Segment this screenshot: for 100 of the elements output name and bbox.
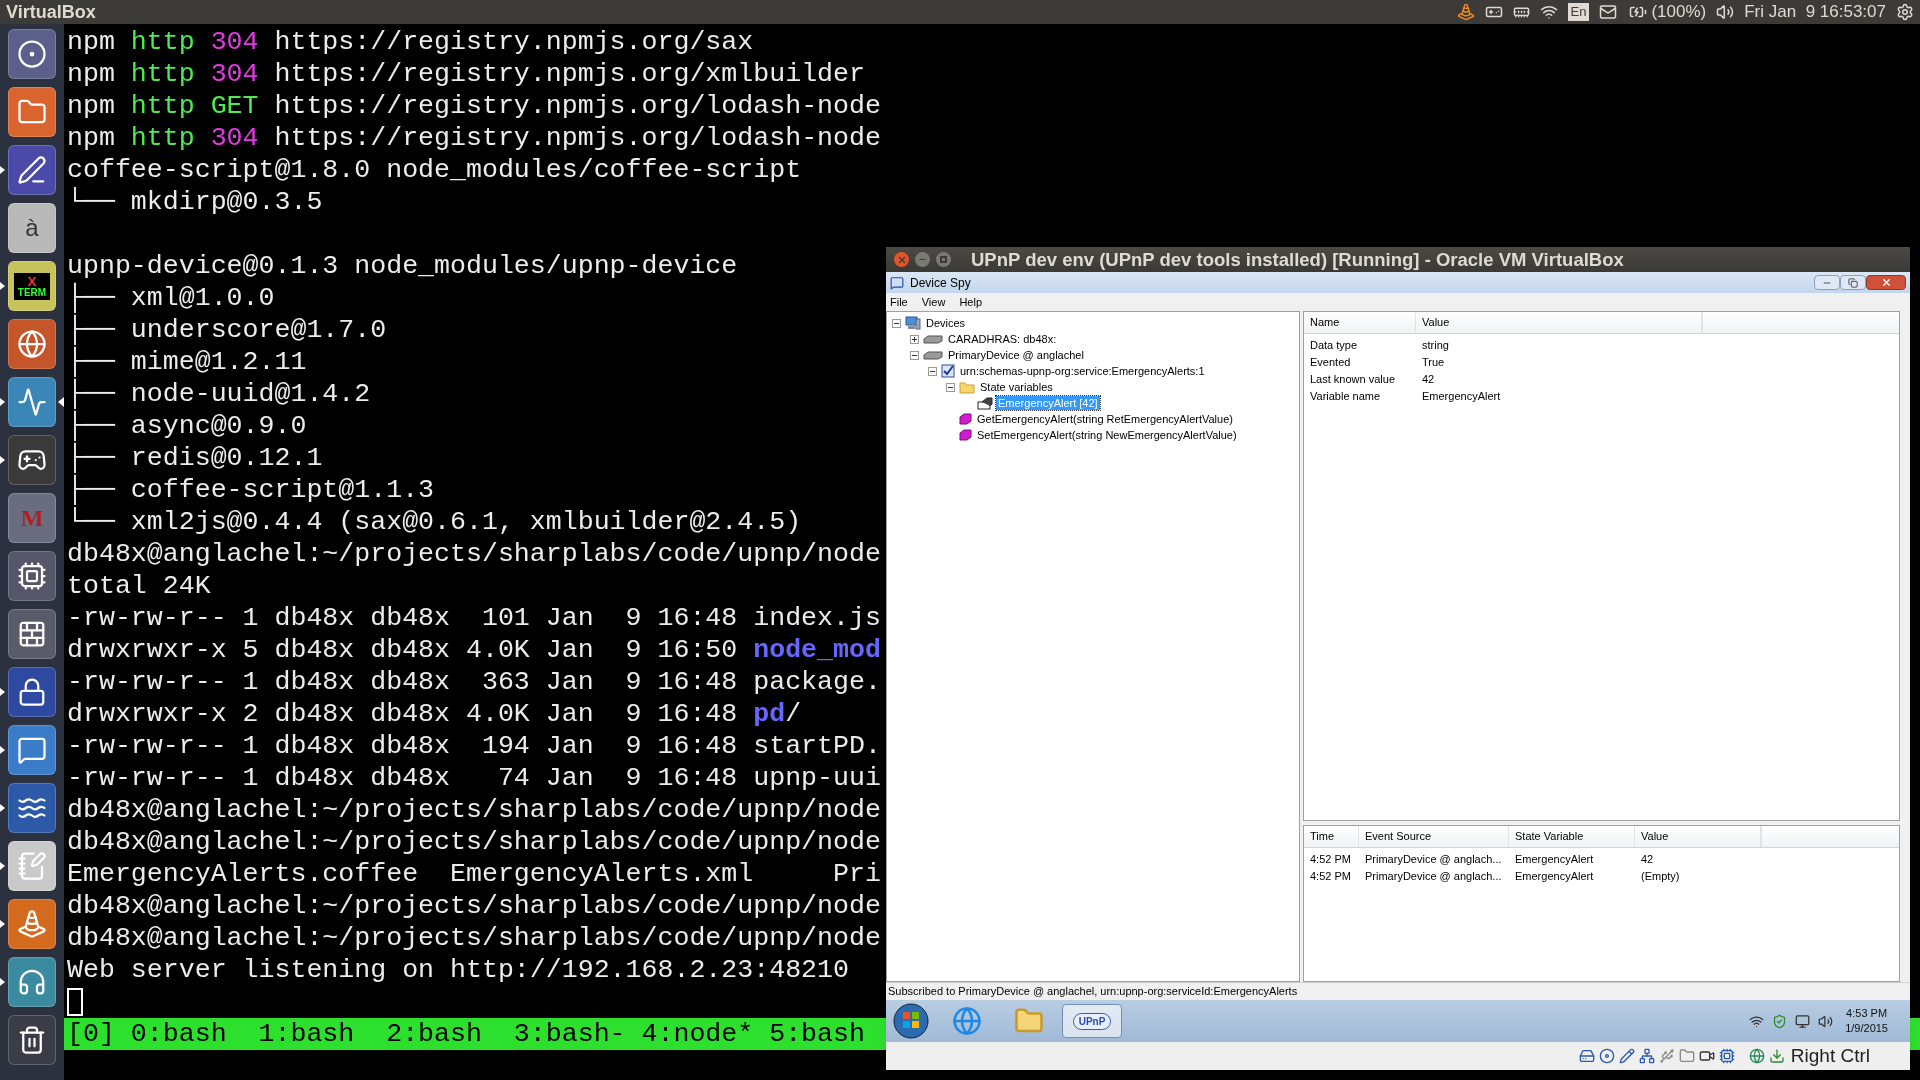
terminal-line: ├── underscore@1.7.0 [67,314,387,346]
column-header[interactable]: Value [1416,312,1702,333]
terminal-line: db48x@anglachel:~/projects/sharplabs/code/upnp/node [67,890,881,922]
close-button[interactable] [894,252,909,267]
keyboard-layout-indicator[interactable]: En [1567,3,1590,21]
battery-level: (100%) [1651,1,1707,24]
terminal-line: -rw-rw-r-- 1 db48x db48x 74 Jan 9 16:48 upnp-uui [67,762,881,794]
settings-icon[interactable] [1896,3,1914,21]
table-cell-text: (Empty) [1640,869,1681,885]
launcher-button[interactable] [8,435,56,485]
menu-item[interactable]: Help [959,293,982,311]
disc-icon[interactable] [1598,1048,1615,1064]
globe-icon [17,329,47,359]
table-cell-text: Variable name [1309,389,1382,405]
usb-icon[interactable] [1658,1048,1675,1064]
launcher-button[interactable] [8,667,56,717]
tree-item[interactable]: GetEmergencyAlert(string RetEmergencyAlertValue) [975,412,1235,426]
pencil-icon[interactable] [1618,1048,1635,1064]
collapse-icon[interactable] [928,366,937,376]
chip-icon[interactable] [1718,1048,1735,1064]
circuit-icon [17,561,47,591]
launcher-button[interactable] [8,783,56,833]
column-header[interactable]: Name [1304,312,1416,333]
table-cell-text: Data type [1309,338,1359,354]
tree-item[interactable]: urn:schemas-upnp-org:service:EmergencyAlerts:1 [958,364,1207,378]
app-title: VirtualBox [6,0,96,24]
launcher-button[interactable]: à [8,203,56,253]
globe-icon [952,1006,982,1036]
terminal-line: ├── redis@0.12.1 [67,442,323,474]
table-cell-text: 42 [1640,852,1655,868]
launcher-button[interactable] [8,1015,56,1065]
variable-icon [977,396,993,410]
column-header[interactable]: Event Source [1359,826,1509,847]
column-header[interactable]: State Variable [1509,826,1635,847]
table-cell-text: Last known value [1309,372,1396,388]
volume-icon[interactable] [1818,1013,1834,1029]
app-title: Device Spy [910,274,971,292]
cone-icon[interactable] [1456,3,1475,21]
terminal-line: drwxrwxr-x 5 db48x db48x 4.0K Jan 9 16:50 node_mod [67,634,881,666]
collapse-icon[interactable] [946,382,955,392]
taskbar-button[interactable]: UPnP [1062,1004,1122,1038]
restore-button[interactable] [1840,275,1866,290]
terminal-line: Web server listening on http://192.168.2.23:48210 [67,954,849,986]
collapse-icon[interactable] [892,318,901,328]
restore-icon [1848,277,1858,288]
tree-item[interactable]: PrimaryDevice @ anglachel [946,348,1086,362]
launcher-button[interactable] [8,551,56,601]
terminal-line: ├── xml@1.0.0 [67,282,275,314]
tree-item[interactable]: State variables [978,380,1055,394]
menu-item[interactable]: File [890,293,908,311]
globe-icon[interactable] [1748,1048,1765,1064]
download-icon[interactable] [1768,1048,1785,1064]
table-cell-text: True [1421,355,1446,371]
wifi-icon[interactable] [1539,3,1558,21]
mail-icon[interactable] [1599,3,1618,21]
device-icon [923,350,943,360]
headset-icon [17,967,47,997]
terminal-line: db48x@anglachel:~/projects/sharplabs/code/upnp/node [67,538,881,570]
table-cell-text: PrimaryDevice @ anglach... [1364,852,1503,868]
tree-item[interactable]: Devices [924,316,968,330]
minimize-button[interactable] [915,252,930,267]
window-title: UPnP dev env (UPnP dev tools installed) [Running] - Oracle VM VirtualBox [971,247,1624,272]
terminal-line: drwxrwxr-x 2 db48x db48x 4.0K Jan 9 16:48 pd/ [67,698,802,730]
clock[interactable]: Fri Jan 9 16:53:07 [1744,0,1886,25]
cube-icon [959,429,972,441]
menu-item[interactable]: View [921,293,946,311]
maximize-button[interactable] [936,252,951,267]
hard-drive-icon[interactable] [1578,1048,1595,1064]
column-header[interactable]: Value [1635,826,1761,847]
close-icon [1880,277,1892,288]
launcher-button[interactable]: X TERM [8,261,56,311]
camera-icon[interactable] [1698,1048,1715,1064]
volume-icon[interactable] [1716,3,1735,21]
table-cell-text: 4:52 PM [1309,852,1352,868]
terminal-line: ├── async@0.9.0 [67,410,307,442]
terminal-line: -rw-rw-r-- 1 db48x db48x 363 Jan 9 16:48 package. [67,666,881,698]
terminal-line: -rw-rw-r-- 1 db48x db48x 101 Jan 9 16:48 index.js [67,602,881,634]
column-header[interactable]: Time [1304,826,1359,847]
device-icon [923,334,943,344]
table-cell-text: EmergencyAlert [1514,869,1595,885]
terminal-line: total 24K [67,570,211,602]
tree-item[interactable]: CARADHRAS: db48x: [946,332,1059,346]
launcher-button[interactable] [8,29,56,79]
launcher-button[interactable] [8,145,56,195]
circle-logo-icon [17,39,47,69]
cone-icon [17,909,47,939]
shield-icon[interactable] [1772,1013,1788,1029]
terminal-line: ├── coffee-script@1.1.3 [67,474,435,506]
table-cell-text: string [1421,338,1450,354]
launcher-button[interactable] [8,609,56,659]
terminal-line: npm http 304 https://registry.npmjs.org/sax [67,26,754,58]
terminal-line: coffee-script@1.8.0 node_modules/coffee-script [67,154,802,186]
expand-icon[interactable] [910,334,919,344]
terminal-line: ├── node-uuid@1.4.2 [67,378,371,410]
lock-icon [17,677,47,707]
collapse-icon[interactable] [910,350,919,360]
cube-icon [959,413,972,425]
close-button[interactable] [1866,275,1906,290]
close-icon [896,254,907,265]
tree-item[interactable]: SetEmergencyAlert(string NewEmergencyAlertValue) [975,428,1239,442]
